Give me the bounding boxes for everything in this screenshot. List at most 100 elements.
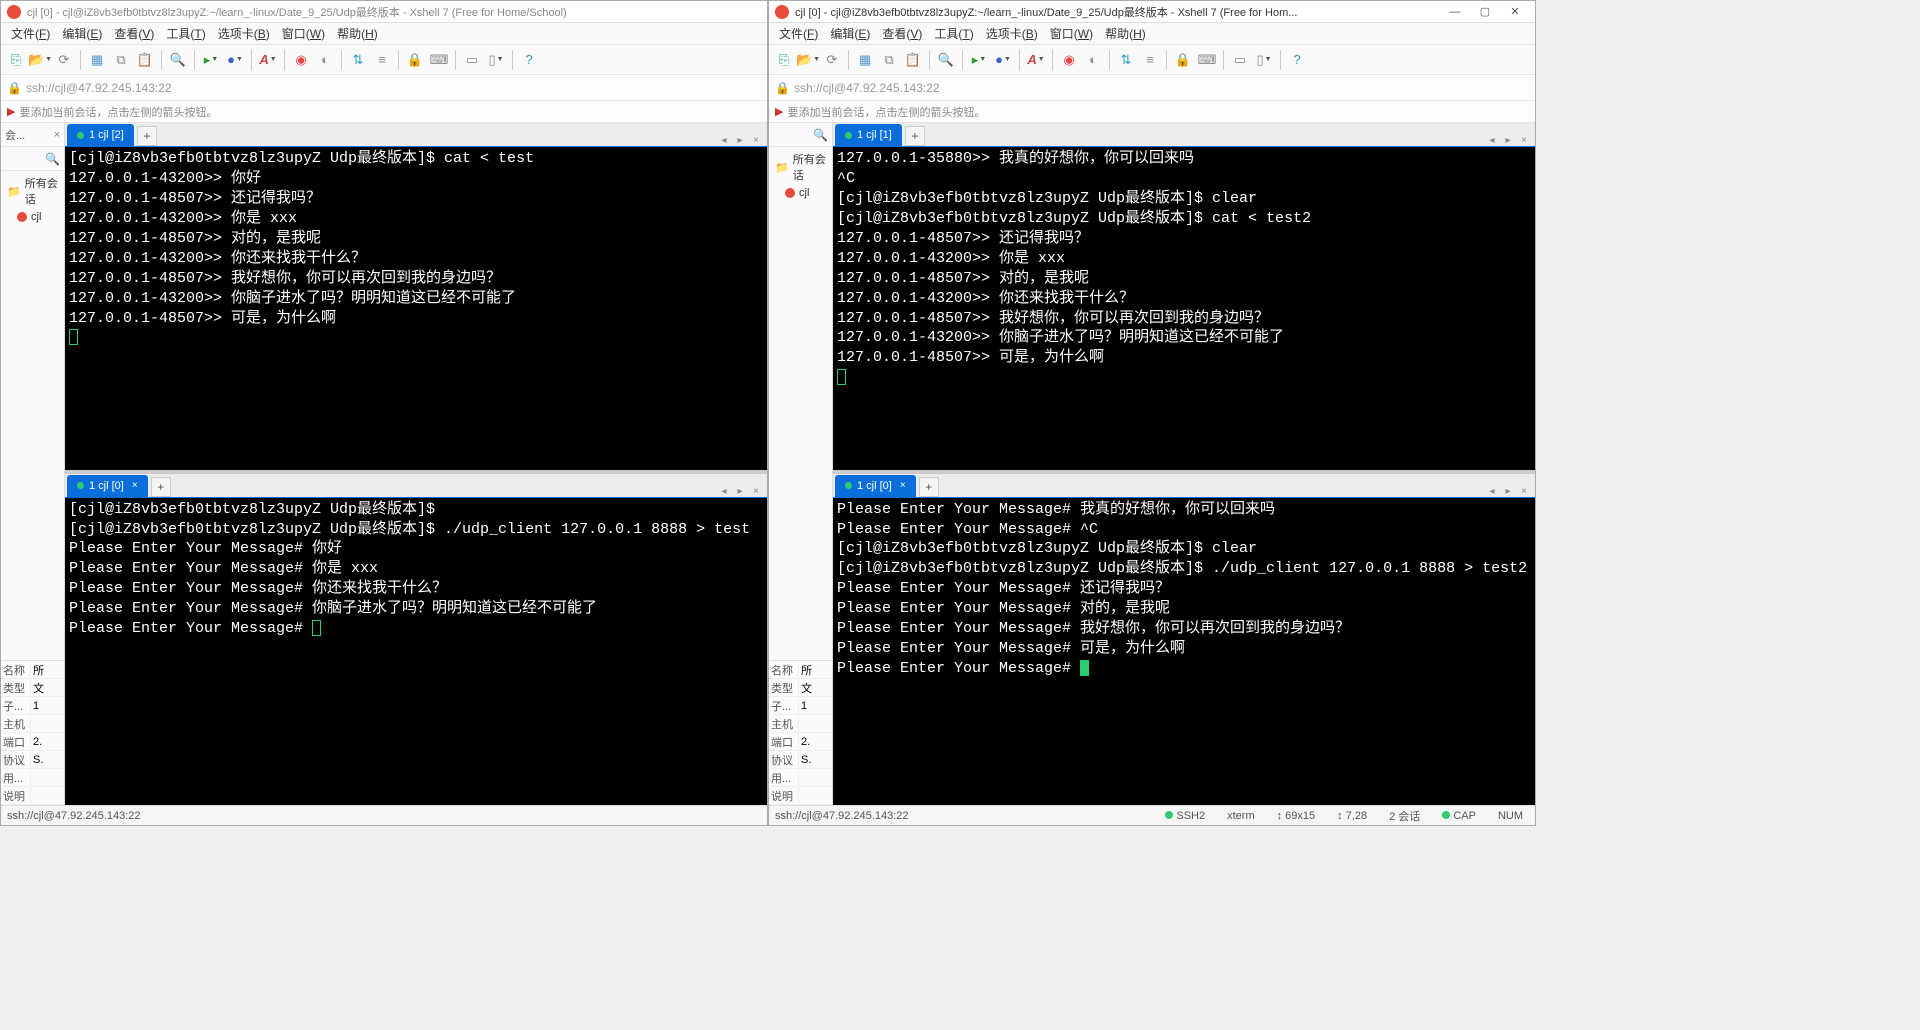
status-caps: CAP <box>1436 810 1482 822</box>
properties-icon[interactable]: ▦ <box>854 49 876 71</box>
xftp-icon[interactable]: ▸▼ <box>200 49 222 71</box>
reconnect-icon[interactable]: ⟳ <box>821 49 843 71</box>
help-icon[interactable]: ? <box>518 49 540 71</box>
tab-add-button[interactable]: + <box>137 126 157 146</box>
menu-b[interactable]: 选项卡(B) <box>212 23 276 44</box>
globe-icon[interactable]: ●▼ <box>224 49 246 71</box>
xagent-icon[interactable]: ◉ <box>290 49 312 71</box>
session-sidebar: 🔍 📁所有会话 cjl 名称所类型文子...1主机端口2.协议S.用...说明 <box>769 123 833 805</box>
tree-session[interactable]: cjl <box>771 185 830 201</box>
font-icon[interactable]: A▼ <box>257 49 279 71</box>
menu-v[interactable]: 查看(V) <box>108 23 160 44</box>
menu-f[interactable]: 文件(F) <box>773 23 824 44</box>
tab-close-icon[interactable]: × <box>900 480 906 491</box>
tab-close-icon[interactable]: × <box>1517 486 1531 497</box>
menu-e[interactable]: 编辑(E) <box>824 23 876 44</box>
paste-icon[interactable]: 📋 <box>902 49 924 71</box>
tab-add-button[interactable]: + <box>905 126 925 146</box>
tab-session-top[interactable]: 1 cjl [1] <box>835 124 902 146</box>
copy-icon[interactable]: ⧉ <box>110 49 132 71</box>
xagent-icon[interactable]: ◉ <box>1058 49 1080 71</box>
tree-root[interactable]: 📁所有会话 <box>3 173 62 209</box>
paste-icon[interactable]: 📋 <box>134 49 156 71</box>
script-icon[interactable]: ≡ <box>1139 49 1161 71</box>
find-icon[interactable]: 🔍 <box>935 49 957 71</box>
tab-add-button[interactable]: + <box>151 477 171 497</box>
find-icon[interactable]: 🔍 <box>167 49 189 71</box>
copy-icon[interactable]: ⧉ <box>878 49 900 71</box>
color-icon[interactable]: ◐ <box>314 49 336 71</box>
close-button[interactable]: ✕ <box>1501 3 1529 21</box>
maximize-button[interactable]: ▢ <box>1471 3 1499 21</box>
tab-next-icon[interactable]: ▸ <box>1501 486 1515 497</box>
tab-session-bottom[interactable]: 1 cjl [0]× <box>67 475 148 497</box>
menu-v[interactable]: 查看(V) <box>876 23 928 44</box>
menu-e[interactable]: 编辑(E) <box>56 23 108 44</box>
terminal-bottom[interactable]: Please Enter Your Message# 我真的好想你，你可以回来吗… <box>833 498 1535 805</box>
color-icon[interactable]: ◐ <box>1082 49 1104 71</box>
hint-text: 要添加当前会话，点击左侧的箭头按钮。 <box>787 104 985 120</box>
transfer-icon[interactable]: ⇅ <box>347 49 369 71</box>
tab-close-icon[interactable]: × <box>749 486 763 497</box>
terminal-top[interactable]: 127.0.0.1-35880>> 我真的好想你，你可以回来吗 ^C [cjl@… <box>833 147 1535 470</box>
tab-session-bottom[interactable]: 1 cjl [0]× <box>835 475 916 497</box>
terminal-top[interactable]: [cjl@iZ8vb3efb0tbtvz8lz3upyZ Udp最终版本]$ c… <box>65 147 767 470</box>
tab-next-icon[interactable]: ▸ <box>1501 135 1515 146</box>
lock-icon[interactable]: 🔒 <box>1172 49 1194 71</box>
titlebar[interactable]: cjl [0] - cjl@iZ8vb3efb0tbtvz8lz3upyZ:~/… <box>769 1 1535 23</box>
minimize-button[interactable]: — <box>1441 3 1469 21</box>
tab-prev-icon[interactable]: ◂ <box>717 486 731 497</box>
tab-close-icon[interactable]: × <box>749 135 763 146</box>
sidebar-search[interactable]: 🔍 <box>769 123 832 147</box>
globe-icon[interactable]: ●▼ <box>992 49 1014 71</box>
tile-h-icon[interactable]: ▭ <box>461 49 483 71</box>
menu-h[interactable]: 帮助(H) <box>1099 23 1152 44</box>
new-session-icon[interactable]: ⎘ <box>5 49 27 71</box>
font-icon[interactable]: A▼ <box>1025 49 1047 71</box>
menu-w[interactable]: 窗口(W) <box>276 23 331 44</box>
addressbar[interactable]: 🔒 ssh://cjl@47.92.245.143:22 <box>1 75 767 101</box>
sidebar-close-icon[interactable]: × <box>54 129 60 141</box>
tab-add-button[interactable]: + <box>919 477 939 497</box>
tab-close-icon[interactable]: × <box>132 480 138 491</box>
tab-prev-icon[interactable]: ◂ <box>717 135 731 146</box>
keyboard-icon[interactable]: ⌨ <box>428 49 450 71</box>
menu-f[interactable]: 文件(F) <box>5 23 56 44</box>
tile-v-icon[interactable]: ▯▼ <box>485 49 507 71</box>
open-icon[interactable]: 📂▼ <box>29 49 51 71</box>
reconnect-icon[interactable]: ⟳ <box>53 49 75 71</box>
open-icon[interactable]: 📂▼ <box>797 49 819 71</box>
tile-v-icon[interactable]: ▯▼ <box>1253 49 1275 71</box>
menu-t[interactable]: 工具(T) <box>160 23 211 44</box>
script-icon[interactable]: ≡ <box>371 49 393 71</box>
tab-next-icon[interactable]: ▸ <box>733 486 747 497</box>
tab-next-icon[interactable]: ▸ <box>733 135 747 146</box>
transfer-icon[interactable]: ⇅ <box>1115 49 1137 71</box>
session-tree[interactable]: 📁所有会话 cjl <box>1 171 64 660</box>
xftp-icon[interactable]: ▸▼ <box>968 49 990 71</box>
sidebar-search[interactable]: 🔍 <box>1 147 64 171</box>
tree-session[interactable]: cjl <box>3 209 62 225</box>
menu-h[interactable]: 帮助(H) <box>331 23 384 44</box>
addressbar[interactable]: 🔒 ssh://cjl@47.92.245.143:22 <box>769 75 1535 101</box>
session-tree[interactable]: 📁所有会话 cjl <box>769 147 832 660</box>
lock-icon[interactable]: 🔒 <box>404 49 426 71</box>
help-icon[interactable]: ? <box>1286 49 1308 71</box>
menu-t[interactable]: 工具(T) <box>928 23 979 44</box>
terminal-bottom[interactable]: [cjl@iZ8vb3efb0tbtvz8lz3upyZ Udp最终版本]$ [… <box>65 498 767 805</box>
new-session-icon[interactable]: ⎘ <box>773 49 795 71</box>
tile-h-icon[interactable]: ▭ <box>1229 49 1251 71</box>
menu-b[interactable]: 选项卡(B) <box>980 23 1044 44</box>
tab-prev-icon[interactable]: ◂ <box>1485 135 1499 146</box>
properties-icon[interactable]: ▦ <box>86 49 108 71</box>
tab-prev-icon[interactable]: ◂ <box>1485 486 1499 497</box>
keyboard-icon[interactable]: ⌨ <box>1196 49 1218 71</box>
folder-icon: 📁 <box>775 161 789 174</box>
tab-session-top[interactable]: 1 cjl [2] <box>67 124 134 146</box>
tree-root[interactable]: 📁所有会话 <box>771 149 830 185</box>
session-icon <box>785 188 795 198</box>
tab-close-icon[interactable]: × <box>1517 135 1531 146</box>
menu-w[interactable]: 窗口(W) <box>1044 23 1099 44</box>
window-title: cjl [0] - cjl@iZ8vb3efb0tbtvz8lz3upyZ:~/… <box>27 4 761 20</box>
titlebar[interactable]: cjl [0] - cjl@iZ8vb3efb0tbtvz8lz3upyZ:~/… <box>1 1 767 23</box>
